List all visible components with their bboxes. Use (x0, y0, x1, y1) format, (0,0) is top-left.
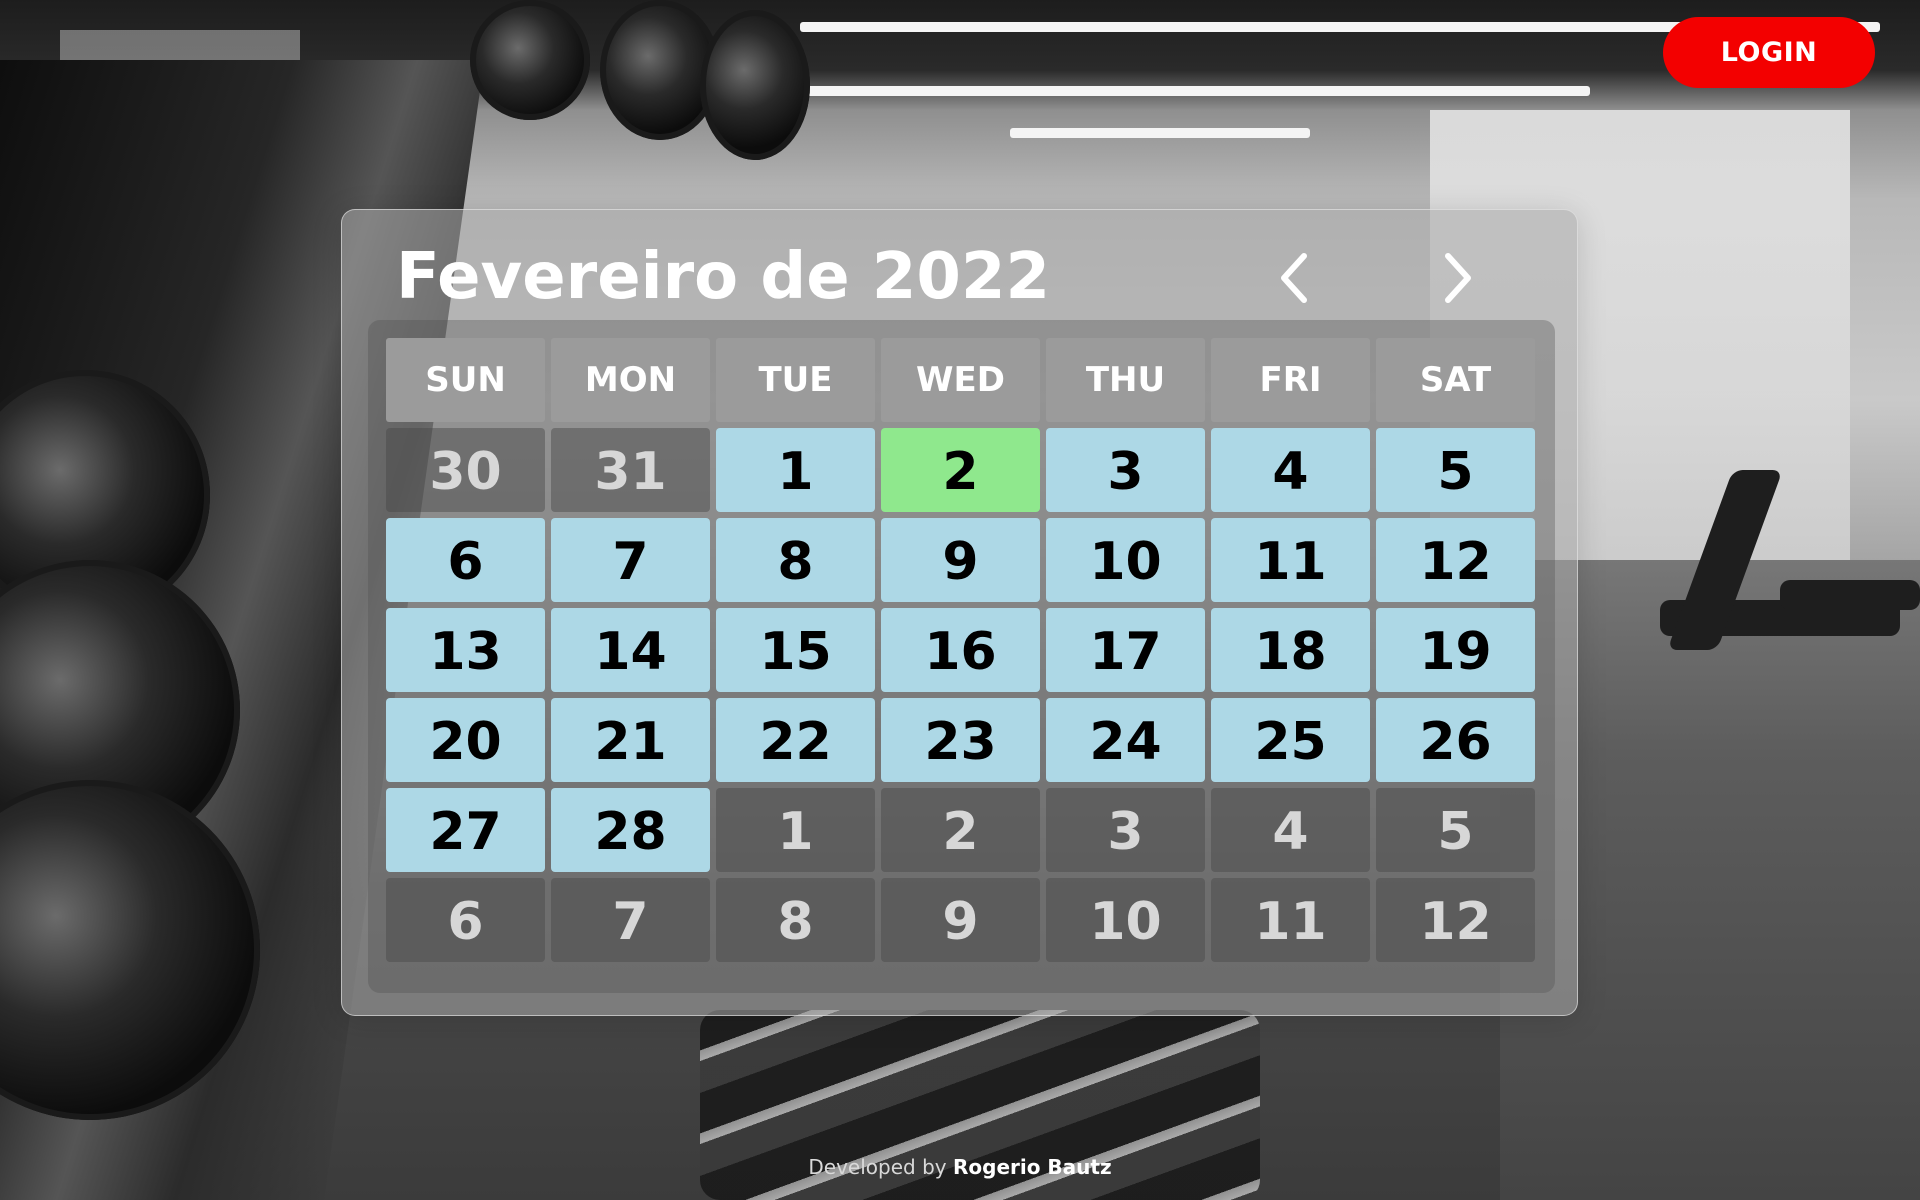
day-cell[interactable]: 22 (716, 698, 875, 782)
other-month-day-cell[interactable]: 3 (1046, 788, 1205, 872)
day-cell[interactable]: 15 (716, 608, 875, 692)
weekday-header-wed: WED (881, 338, 1040, 422)
day-cell[interactable]: 10 (1046, 518, 1205, 602)
other-month-day-cell[interactable]: 5 (1376, 788, 1535, 872)
chevron-left-icon (1281, 253, 1307, 303)
month-title: Fevereiro de 2022 (396, 240, 1050, 314)
day-cell[interactable]: 1 (716, 428, 875, 512)
other-month-day-cell[interactable]: 31 (551, 428, 710, 512)
login-button[interactable]: LOGIN (1663, 17, 1875, 88)
weekday-header-thu: THU (1046, 338, 1205, 422)
footer-author: Rogerio Bautz (952, 1155, 1112, 1179)
day-cell[interactable]: 3 (1046, 428, 1205, 512)
other-month-day-cell[interactable]: 6 (386, 878, 545, 962)
day-cell[interactable]: 12 (1376, 518, 1535, 602)
calendar-grid: SUN MON TUE WED THU FRI SAT 30 31 1 2 3 4 5 6 7 8… (386, 338, 1535, 962)
other-month-day-cell[interactable]: 30 (386, 428, 545, 512)
day-cell[interactable]: 21 (551, 698, 710, 782)
day-cell[interactable]: 17 (1046, 608, 1205, 692)
other-month-day-cell[interactable]: 1 (716, 788, 875, 872)
day-cell[interactable]: 6 (386, 518, 545, 602)
day-cell[interactable]: 20 (386, 698, 545, 782)
other-month-day-cell[interactable]: 12 (1376, 878, 1535, 962)
calendar-card: Fevereiro de 2022 SUN MON TUE WED THU FR… (341, 209, 1578, 1016)
day-cell[interactable]: 9 (881, 518, 1040, 602)
day-cell[interactable]: 19 (1376, 608, 1535, 692)
other-month-day-cell[interactable]: 8 (716, 878, 875, 962)
weekday-header-tue: TUE (716, 338, 875, 422)
day-cell[interactable]: 5 (1376, 428, 1535, 512)
day-cell[interactable]: 4 (1211, 428, 1370, 512)
other-month-day-cell[interactable]: 10 (1046, 878, 1205, 962)
day-cell[interactable]: 16 (881, 608, 1040, 692)
day-cell[interactable]: 18 (1211, 608, 1370, 692)
day-cell[interactable]: 24 (1046, 698, 1205, 782)
other-month-day-cell[interactable]: 4 (1211, 788, 1370, 872)
weekday-header-mon: MON (551, 338, 710, 422)
weekday-header-fri: FRI (1211, 338, 1370, 422)
footer-credit: Developed by Rogerio Bautz (0, 1155, 1920, 1179)
weekday-header-sat: SAT (1376, 338, 1535, 422)
today-cell[interactable]: 2 (881, 428, 1040, 512)
calendar-grid-panel: SUN MON TUE WED THU FRI SAT 30 31 1 2 3 4 5 6 7 8… (368, 320, 1555, 993)
day-cell[interactable]: 26 (1376, 698, 1535, 782)
day-cell[interactable]: 8 (716, 518, 875, 602)
footer-prefix: Developed by (808, 1155, 947, 1179)
day-cell[interactable]: 25 (1211, 698, 1370, 782)
other-month-day-cell[interactable]: 7 (551, 878, 710, 962)
day-cell[interactable]: 13 (386, 608, 545, 692)
day-cell[interactable]: 23 (881, 698, 1040, 782)
day-cell[interactable]: 11 (1211, 518, 1370, 602)
day-cell[interactable]: 7 (551, 518, 710, 602)
next-month-button[interactable] (1428, 248, 1488, 308)
day-cell[interactable]: 27 (386, 788, 545, 872)
day-cell[interactable]: 14 (551, 608, 710, 692)
previous-month-button[interactable] (1264, 248, 1324, 308)
other-month-day-cell[interactable]: 2 (881, 788, 1040, 872)
day-cell[interactable]: 28 (551, 788, 710, 872)
chevron-right-icon (1445, 253, 1471, 303)
other-month-day-cell[interactable]: 11 (1211, 878, 1370, 962)
other-month-day-cell[interactable]: 9 (881, 878, 1040, 962)
weekday-header-sun: SUN (386, 338, 545, 422)
